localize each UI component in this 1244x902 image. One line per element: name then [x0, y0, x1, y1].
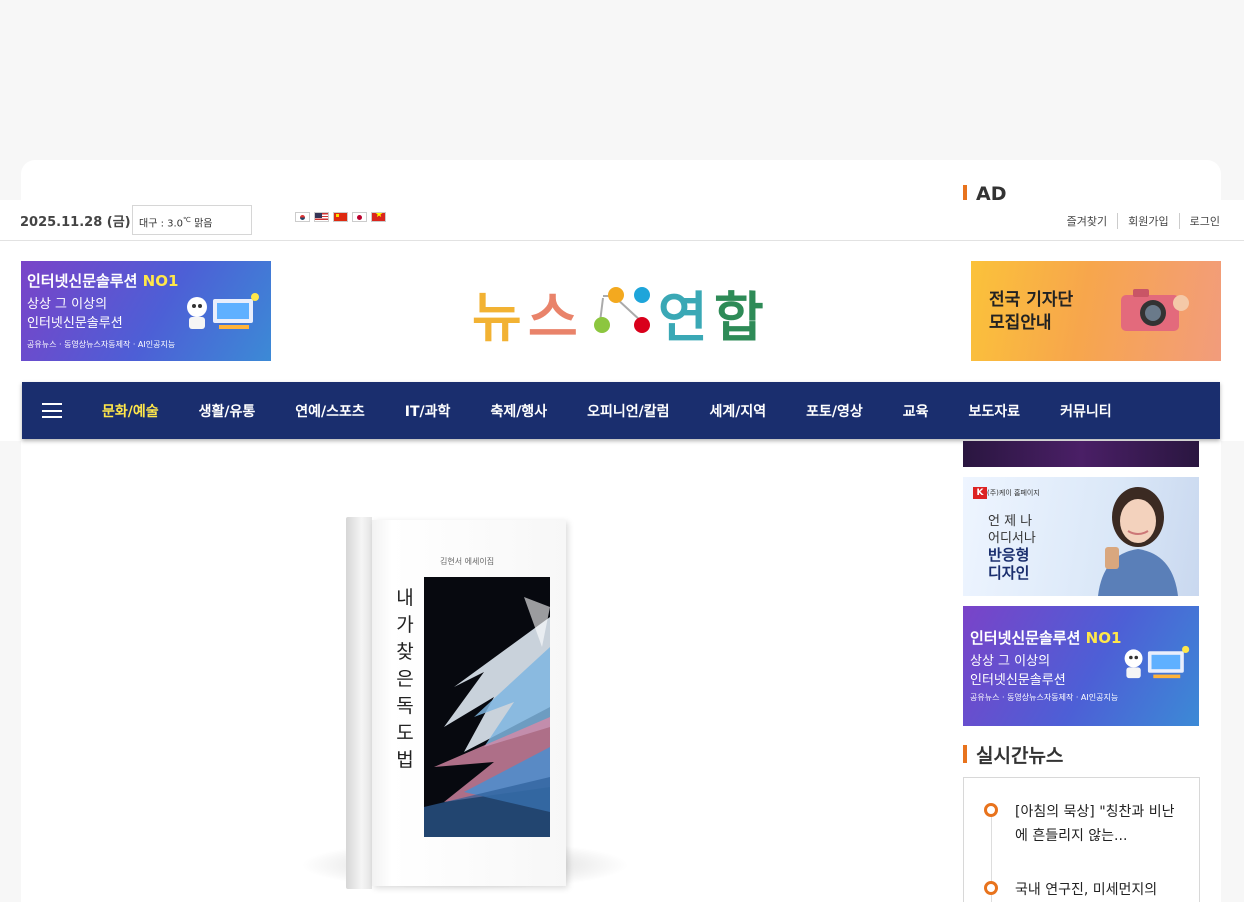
main-navigation: 문화/예술 생활/유통 연예/스포츠 IT/과학 축제/행사 오피니언/칼럼 세… [22, 382, 1220, 439]
timeline-dot-icon [984, 881, 998, 895]
banner-subtext: 상상 그 이상의 인터넷신문솔루션 [27, 295, 123, 333]
ad-copy-3: 반응형 [988, 546, 1030, 564]
svg-text:뉴: 뉴 [472, 286, 522, 346]
nav-item-life[interactable]: 생활/유통 [179, 401, 276, 421]
language-flags [295, 212, 386, 222]
nav-item-culture[interactable]: 문화/예술 [82, 401, 179, 421]
recruit-line-2: 모집안내 [989, 313, 1052, 333]
weather-widget: 대구 : 3.0℃ 맑음 [132, 205, 252, 235]
sidebar-ad-strip[interactable] [963, 441, 1199, 467]
nav-item-photo[interactable]: 포토/영상 [786, 401, 883, 421]
svg-text:스: 스 [528, 286, 578, 346]
sidebar-banner-headline-text: 인터넷신문솔루션 [970, 629, 1081, 647]
robot-computer-icon [1124, 645, 1190, 679]
utility-links: 즐겨찾기 회원가입 로그인 [1057, 213, 1220, 229]
recruit-banner-text: 전국 기자단 모집안내 [989, 289, 1073, 335]
nav-item-world[interactable]: 세계/지역 [689, 401, 786, 421]
banner-subtext-2: 인터넷신문솔루션 [27, 316, 123, 331]
k-logo-icon: K [973, 487, 987, 499]
realtime-news-list: [아침의 묵상] "칭찬과 비난에 흔들리지 않는... 국내 연구진, 미세먼… [963, 777, 1200, 902]
ad-brand: (주)케이 홈페이지 [987, 489, 1040, 497]
brush-art-icon [424, 597, 550, 837]
top-utility-bar: 2025.11.28 (금) 대구 : 3.0℃ 맑음 즐겨찾기 회원가입 로그… [0, 200, 1244, 241]
ad-copy-2: 어디서나 [988, 531, 1036, 546]
reporter-recruit-banner[interactable]: 전국 기자단 모집안내 [971, 261, 1221, 361]
vietnam-flag-icon[interactable] [371, 212, 386, 222]
ad-copy: 언 제 나 어디서나 반응형 디자인 [988, 513, 1036, 583]
book-author: 김현서 에세이집 [440, 557, 495, 566]
robot-computer-icon [187, 293, 259, 329]
nav-item-opinion[interactable]: 오피니언/칼럼 [567, 401, 689, 421]
site-logo[interactable]: 뉴 스 연 합 [470, 276, 770, 349]
nav-item-entertainment[interactable]: 연예/스포츠 [275, 401, 385, 421]
solution-banner-left[interactable]: 인터넷신문솔루션 NO1 상상 그 이상의 인터넷신문솔루션 공유뉴스 · 동영… [21, 261, 271, 361]
responsive-design-ad[interactable]: K (주)케이 홈페이지 언 제 나 어디서나 반응형 디자인 [963, 477, 1199, 596]
heading-accent-bar [963, 745, 967, 763]
nav-item-festival[interactable]: 축제/행사 [470, 401, 567, 421]
weather-temp: 대구 : 3.0 [139, 218, 184, 230]
hamburger-menu-icon[interactable] [42, 403, 62, 418]
banner-headline: 인터넷신문솔루션 NO1 [27, 270, 178, 291]
sidebar-banner-subtext-2: 인터넷신문솔루션 [970, 673, 1066, 688]
bookmark-link[interactable]: 즐겨찾기 [1057, 213, 1117, 229]
camera-icon [1121, 289, 1189, 331]
nav-items: 문화/예술 생활/유통 연예/스포츠 IT/과학 축제/행사 오피니언/칼럼 세… [82, 382, 1132, 439]
woman-with-phone-icon [1098, 487, 1178, 596]
book-spine [346, 517, 372, 889]
japan-flag-icon[interactable] [352, 212, 367, 222]
sidebar-banner-headline: 인터넷신문솔루션 NO1 [970, 627, 1121, 648]
solution-banner-sidebar[interactable]: 인터넷신문솔루션 NO1 상상 그 이상의 인터넷신문솔루션 공유뉴스 · 동영… [963, 606, 1199, 726]
sidebar-banner-subtext: 상상 그 이상의 인터넷신문솔루션 [970, 652, 1066, 690]
nav-item-community[interactable]: 커뮤니티 [1040, 401, 1132, 421]
banner-headline-text: 인터넷신문솔루션 [27, 272, 138, 290]
svg-text:연: 연 [658, 286, 708, 346]
banner-features: 공유뉴스 · 동영상뉴스자동제작 · AI인공지능 [27, 340, 176, 349]
timeline-dot-icon [984, 803, 998, 817]
banner-highlight: NO1 [142, 272, 179, 290]
sidebar-banner-subtext-1: 상상 그 이상의 [970, 654, 1051, 669]
nav-item-press[interactable]: 보도자료 [949, 401, 1041, 421]
sidebar-banner-features: 공유뉴스 · 동영상뉴스자동제작 · AI인공지능 [970, 693, 1119, 702]
ad-copy-4: 디자인 [988, 564, 1030, 582]
realtime-news-title: 실시간뉴스 [976, 744, 1064, 767]
login-link[interactable]: 로그인 [1178, 213, 1220, 229]
svg-text:합: 합 [714, 286, 764, 346]
usa-flag-icon[interactable] [314, 212, 329, 222]
nav-item-it-science[interactable]: IT/과학 [385, 401, 471, 421]
korea-flag-icon[interactable] [295, 212, 310, 222]
recruit-line-1: 전국 기자단 [989, 290, 1074, 310]
weather-unit: ℃ [183, 216, 191, 224]
banner-subtext-1: 상상 그 이상의 [27, 297, 108, 312]
book-title: 내가 찾은 독도법 [396, 587, 414, 771]
news-union-logo-icon: 뉴 스 연 합 [472, 286, 764, 349]
nav-item-education[interactable]: 교육 [883, 401, 949, 421]
realtime-news-link[interactable]: 국내 연구진, 미세먼지의 [1015, 878, 1185, 902]
china-flag-icon[interactable] [333, 212, 348, 222]
signup-link[interactable]: 회원가입 [1117, 213, 1178, 229]
weather-state: 맑음 [194, 218, 213, 230]
current-date: 2025.11.28 (금) [20, 215, 131, 230]
sidebar-banner-highlight: NO1 [1085, 629, 1122, 647]
realtime-news-link[interactable]: [아침의 묵상] "칭찬과 비난에 흔들리지 않는... [1015, 800, 1185, 848]
ad-copy-1: 언 제 나 [988, 514, 1033, 529]
book-cover-artwork [424, 577, 550, 837]
realtime-news-heading: 실시간뉴스 [963, 742, 1064, 767]
